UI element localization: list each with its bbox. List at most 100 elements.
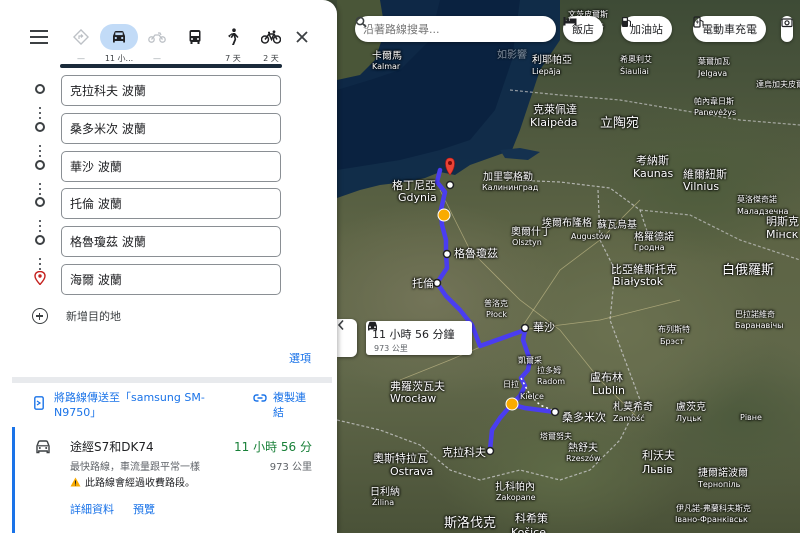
map-place-label: 伊凡諾-弗蘭科夫斯克 <box>676 504 751 513</box>
waypoint-row <box>32 226 292 257</box>
stop-marker-hel <box>445 180 455 190</box>
map-place-label: 克萊佩達 <box>533 103 577 116</box>
car-icon <box>36 440 50 454</box>
mode-motorcycle-label: — <box>153 54 161 63</box>
camera-icon <box>781 18 793 28</box>
route-search-input[interactable] <box>363 22 523 36</box>
gas-station-icon <box>622 17 631 27</box>
map-place-label: Рівне <box>740 413 762 422</box>
map-place-label: 布列斯特 <box>658 325 690 334</box>
map-place-label: Ostrava <box>390 465 434 478</box>
map-place-label: 埃爾布隆格 <box>542 218 592 229</box>
waypoint-row <box>32 188 292 219</box>
waypoint-input-3[interactable] <box>61 151 281 182</box>
map-place-label: 蘇瓦烏基 <box>597 220 637 231</box>
map-place-label: Zakopane <box>496 493 536 502</box>
chip-gas[interactable]: 加油站 <box>621 16 672 42</box>
waypoint-circle-icon <box>35 160 45 170</box>
close-icon[interactable] <box>295 30 311 46</box>
stop-marker-torun <box>432 278 442 288</box>
mode-motorcycle[interactable]: — <box>138 24 176 64</box>
link-icon <box>253 394 267 402</box>
map-place-label: 帕內韋日斯 <box>694 97 734 106</box>
waypoint-input-2[interactable] <box>61 113 281 144</box>
map-place-label: 桑多米次 <box>562 411 606 424</box>
send-to-phone-label: 將路線傳送至「samsung SM-N9750」 <box>54 391 205 419</box>
toll-marker <box>437 208 451 222</box>
waypoint-input-1[interactable] <box>61 75 281 106</box>
route-details-link[interactable]: 詳細資料 <box>70 501 114 517</box>
map-place-label: 日拉 <box>503 380 519 389</box>
map-place-label: Гродна <box>634 243 665 252</box>
stop-marker-warsaw <box>520 323 530 333</box>
diamond-directions-icon <box>73 29 89 45</box>
map-place-label: 明斯克 <box>766 215 799 228</box>
map-place-label: 葉爾加瓦 <box>698 57 730 66</box>
map-place-label: Луцьк <box>676 414 702 423</box>
ev-charging-icon <box>693 16 704 28</box>
map-place-label: 利耶帕亞 <box>532 55 572 66</box>
waypoint-row <box>32 264 292 295</box>
map-place-label: Vilnius <box>683 180 720 193</box>
chip-hotels[interactable]: 飯店 <box>563 16 603 42</box>
map-place-label: Івано-Франківськ <box>675 515 748 524</box>
map-place-label: 利沃夫 <box>642 449 675 462</box>
stop-marker-krakow <box>485 446 495 456</box>
route-description: 最快路線，車流量跟平常一樣 <box>70 462 200 473</box>
chip-more[interactable] <box>781 16 793 42</box>
map-place-label: Białystok <box>613 275 664 288</box>
waypoint-circle-icon <box>35 122 45 132</box>
collapse-panel-button[interactable] <box>337 319 357 357</box>
map-place-label: 捷爾諾波爾 <box>698 468 748 479</box>
waypoint-input-6[interactable] <box>61 264 281 295</box>
route-duration: 11 小時 56 分鐘 <box>372 328 455 341</box>
route-search-box[interactable] <box>355 16 556 42</box>
map-place-label: Šiauliai <box>620 67 649 76</box>
map-place-label: 白俄羅斯 <box>722 263 775 278</box>
mode-cycling-label: 2 天 <box>263 54 279 63</box>
mode-transit[interactable] <box>176 24 214 64</box>
menu-icon[interactable] <box>30 30 48 44</box>
map-place-label: 格羅德諾 <box>634 232 674 243</box>
map-watermark: 如影響 <box>497 50 527 61</box>
map-place-label: Тернопіль <box>698 480 741 489</box>
map-place-label: Płock <box>486 310 508 319</box>
waypoint-input-5[interactable] <box>61 226 281 257</box>
route-distance: 973 公里 <box>269 462 312 473</box>
mode-best[interactable]: — <box>62 24 100 64</box>
map-place-label: 奧斯特拉瓦 <box>373 452 428 465</box>
walking-icon <box>228 28 239 45</box>
map-place-label: Olsztyn <box>512 238 542 247</box>
map-place-label: Klaipėda <box>530 116 578 129</box>
map-place-label: 卡爾馬 <box>372 51 402 62</box>
warning-icon <box>70 477 81 486</box>
waypoint-input-4[interactable] <box>61 188 281 219</box>
map-place-label: Брэст <box>660 337 685 346</box>
car-icon <box>368 321 377 331</box>
map-place-label: Jelgava <box>698 69 728 78</box>
options-link[interactable]: 選項 <box>289 350 311 366</box>
mode-walking[interactable]: 7 天 <box>214 24 252 64</box>
waypoint-circle-icon <box>35 235 45 245</box>
map-place-label: 科希策 <box>515 512 548 525</box>
map-place-label: 熱舒夫 <box>568 443 598 454</box>
map-place-label: 立陶宛 <box>600 116 640 131</box>
route-duration-distance: 973 公里 <box>374 344 408 353</box>
route-preview-link[interactable]: 預覽 <box>133 501 155 517</box>
chip-ev[interactable]: 電動車充電 <box>693 16 766 42</box>
search-icon <box>355 16 367 28</box>
section-divider <box>12 377 332 383</box>
mode-cycling[interactable]: 2 天 <box>252 24 290 64</box>
map-place-label: Баранавічы <box>735 321 784 330</box>
mode-driving[interactable]: 11 小... <box>100 24 138 64</box>
route-duration-callout[interactable]: 11 小時 56 分鐘 973 公里 <box>366 321 472 355</box>
map-place-label: Калининград <box>482 183 539 192</box>
mode-best-label: — <box>77 54 85 63</box>
stop-marker-grudziadz <box>442 249 452 259</box>
map-place-label: 考納斯 <box>636 154 669 167</box>
add-destination-button[interactable]: 新增目的地 <box>32 308 121 324</box>
waypoint-row <box>32 151 292 182</box>
map-place-label: Košice <box>511 526 546 533</box>
bed-icon <box>563 17 577 26</box>
route-option-card[interactable]: 途經S7和DK74 11 小時 56 分 最快路線，車流量跟平常一樣 973 公… <box>12 427 332 533</box>
